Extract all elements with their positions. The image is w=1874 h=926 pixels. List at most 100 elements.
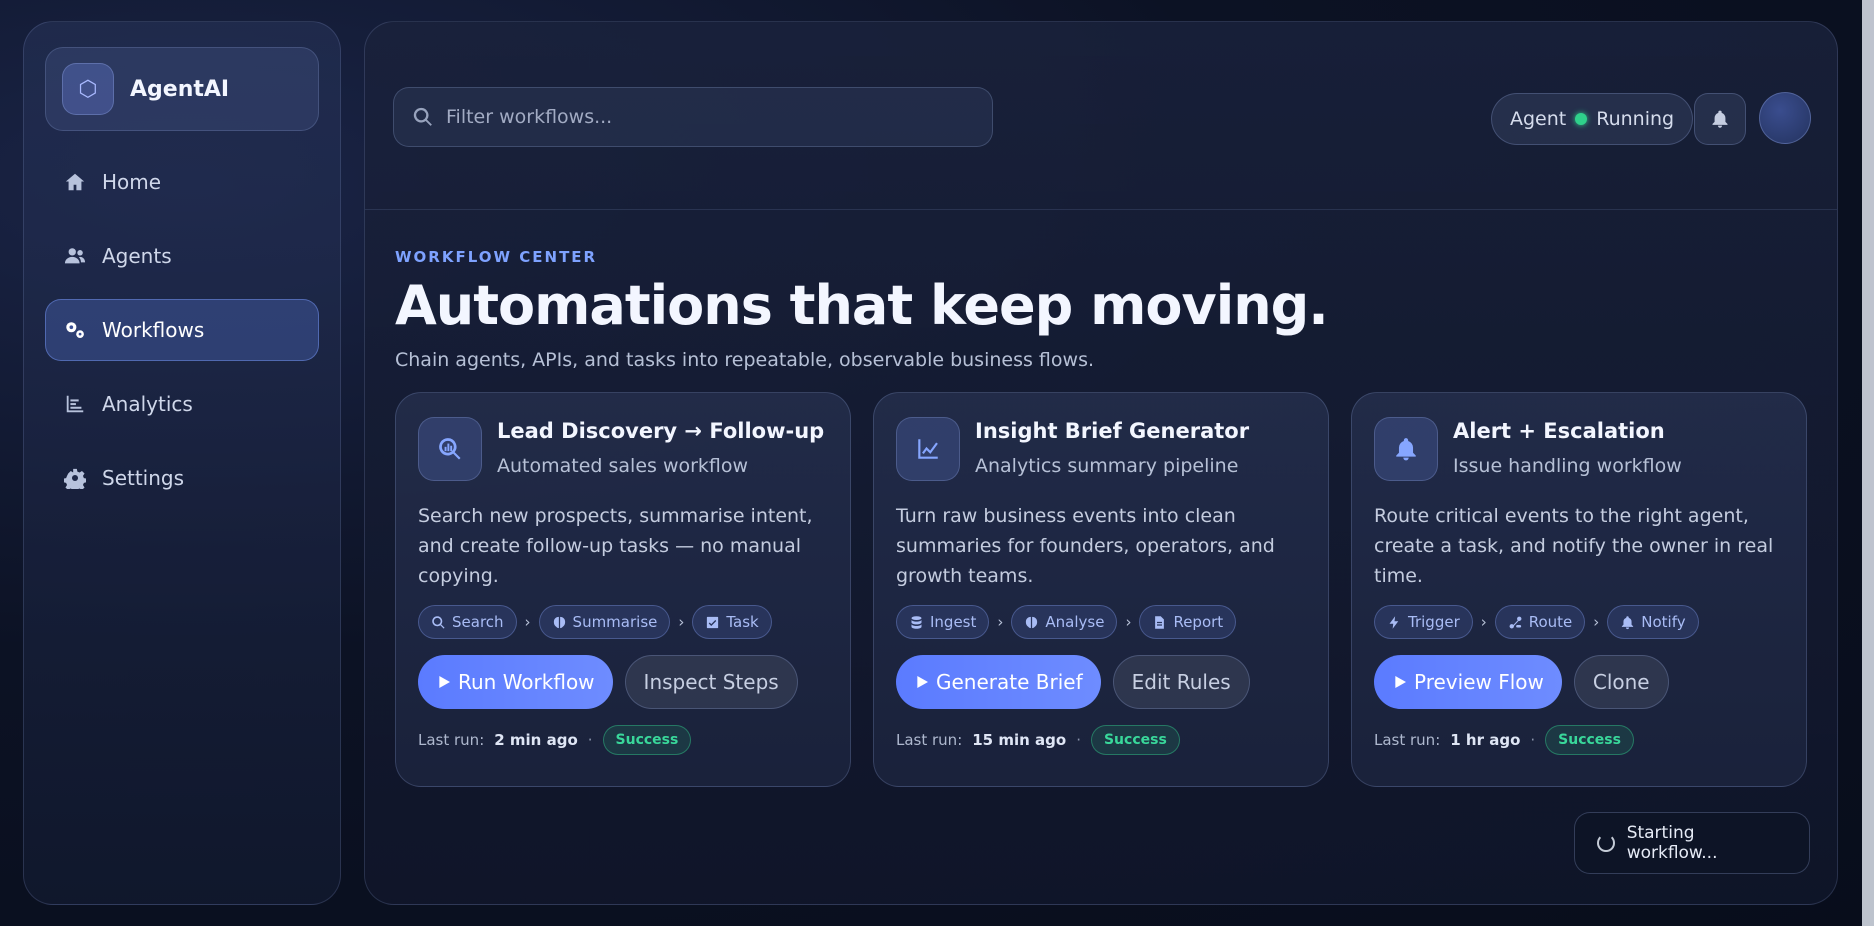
workflow-card: Alert + Escalation Issue handling workfl… [1351,392,1807,787]
bell-icon [1712,110,1728,128]
gears-icon [62,317,88,343]
card-subtitle: Analytics summary pipeline [975,455,1239,477]
step-chip-ingest[interactable]: Ingest [896,605,990,639]
last-run-label: Last run: [896,731,963,749]
play-icon [1395,676,1406,688]
chip-label: Report [1173,613,1224,631]
brain-icon [553,616,565,628]
search-box[interactable] [393,87,993,147]
clone-button[interactable]: Clone [1573,655,1669,709]
spinner-icon [1597,834,1615,852]
sidebar-item-analytics[interactable]: Analytics [45,373,319,435]
chip-label: Ingest [930,613,977,631]
toast-message: Starting workflow... [1626,823,1718,863]
step-chip-analyse[interactable]: Analyse [1011,605,1118,639]
workflow-card: Lead Discovery → Follow-up Automated sal… [395,392,851,787]
generate-brief-button[interactable]: Generate Brief [896,655,1101,709]
top-bar: Agent Running [365,22,1837,210]
step-chips: Trigger › Route › Notify [1374,605,1784,639]
chip-label: Notify [1641,613,1686,631]
gear-icon [62,465,88,491]
card-description: Route critical events to the right agent… [1374,505,1774,587]
chip-label: Task [726,613,759,631]
sidebar-item-label: Workflows [102,318,205,342]
chip-label: Search [452,613,504,631]
users-icon [62,243,88,269]
step-chip-report[interactable]: Report [1139,605,1237,639]
toast-notification: Starting workflow... [1574,812,1810,874]
sidebar-item-label: Home [102,170,162,194]
run-workflow-button[interactable]: Run Workflow [418,655,613,709]
step-chip-notify[interactable]: Notify [1607,605,1699,639]
bell-icon [1374,417,1438,481]
step-chip-summarise[interactable]: Summarise [538,605,671,639]
sidebar-item-agents[interactable]: Agents [45,225,319,287]
eyebrow: WORKFLOW CENTER [395,248,598,266]
chip-label: Route [1528,613,1573,631]
route-icon [1509,616,1522,628]
chevron-right-icon: › [678,613,685,631]
home-icon [62,169,88,195]
status-prefix: Agent [1510,108,1567,130]
card-description: Turn raw business events into clean summ… [896,505,1275,587]
preview-flow-button[interactable]: Preview Flow [1374,655,1562,709]
button-label: Preview Flow [1414,670,1544,694]
inspect-steps-button[interactable]: Inspect Steps [624,655,798,709]
status-badge: Success [1090,725,1180,755]
last-run: Last run: 15 min ago · Success [896,725,1306,755]
sidebar-nav: Home Agents Workflows Analytics Settings [45,151,319,509]
page-title: Automations that keep moving. [395,274,1329,337]
page-scrollbar[interactable] [1862,0,1874,926]
search-chart-icon [418,417,482,481]
last-run-time: 1 hr ago [1450,731,1521,749]
workflow-cards: Lead Discovery → Follow-up Automated sal… [395,392,1807,787]
sidebar-item-label: Agents [102,244,172,268]
bolt-icon [1389,615,1399,629]
chip-label: Summarise [572,613,658,631]
sidebar-item-settings[interactable]: Settings [45,447,319,509]
play-icon [439,676,450,688]
agent-status-pill[interactable]: Agent Running [1491,93,1694,145]
chart-icon [62,391,88,417]
chevron-right-icon: › [1593,613,1600,631]
card-title: Lead Discovery → Follow-up [497,419,825,443]
card-subtitle: Issue handling workflow [1453,455,1682,477]
avatar[interactable] [1759,92,1811,144]
last-run-time: 2 min ago [494,731,578,749]
step-chip-trigger[interactable]: Trigger [1374,605,1473,639]
status-badge: Success [1545,725,1634,755]
separator-dot: · [1530,731,1536,749]
page-subtitle: Chain agents, APIs, and tasks into repea… [395,349,1095,371]
brand[interactable]: ⬡ AgentAI [45,47,319,131]
chip-label: Trigger [1408,613,1460,631]
document-icon [1155,615,1165,629]
database-icon [911,615,922,629]
last-run-label: Last run: [418,731,485,749]
search-input[interactable] [446,106,966,128]
sidebar: ⬡ AgentAI Home Agents Workflows Analytic… [23,21,341,905]
chip-label: Analyse [1045,613,1105,631]
step-chip-task[interactable]: Task [692,605,772,639]
step-chip-route[interactable]: Route [1494,605,1586,639]
main-panel: Agent Running WORKFLOW CENTER Automation… [364,21,1838,905]
last-run-label: Last run: [1374,731,1441,749]
card-title: Insight Brief Generator [975,419,1250,443]
last-run: Last run: 2 min ago · Success [418,725,828,755]
step-chip-search[interactable]: Search [418,605,517,639]
bell-icon [1622,615,1634,629]
step-chips: Ingest › Analyse › Report [896,605,1306,639]
last-run-time: 15 min ago [972,731,1067,749]
notifications-button[interactable] [1694,93,1746,145]
search-icon [432,615,445,629]
edit-rules-button[interactable]: Edit Rules [1112,655,1250,709]
brain-icon [1026,616,1038,628]
button-label: Run Workflow [458,670,595,694]
last-run: Last run: 1 hr ago · Success [1374,725,1784,755]
search-icon [413,107,432,126]
checkbox-icon [707,616,719,628]
chevron-right-icon: › [524,613,531,631]
step-chips: Search › Summarise › Task [418,605,828,639]
sidebar-item-workflows[interactable]: Workflows [45,299,319,361]
status-state: Running [1596,108,1675,130]
sidebar-item-home[interactable]: Home [45,151,319,213]
